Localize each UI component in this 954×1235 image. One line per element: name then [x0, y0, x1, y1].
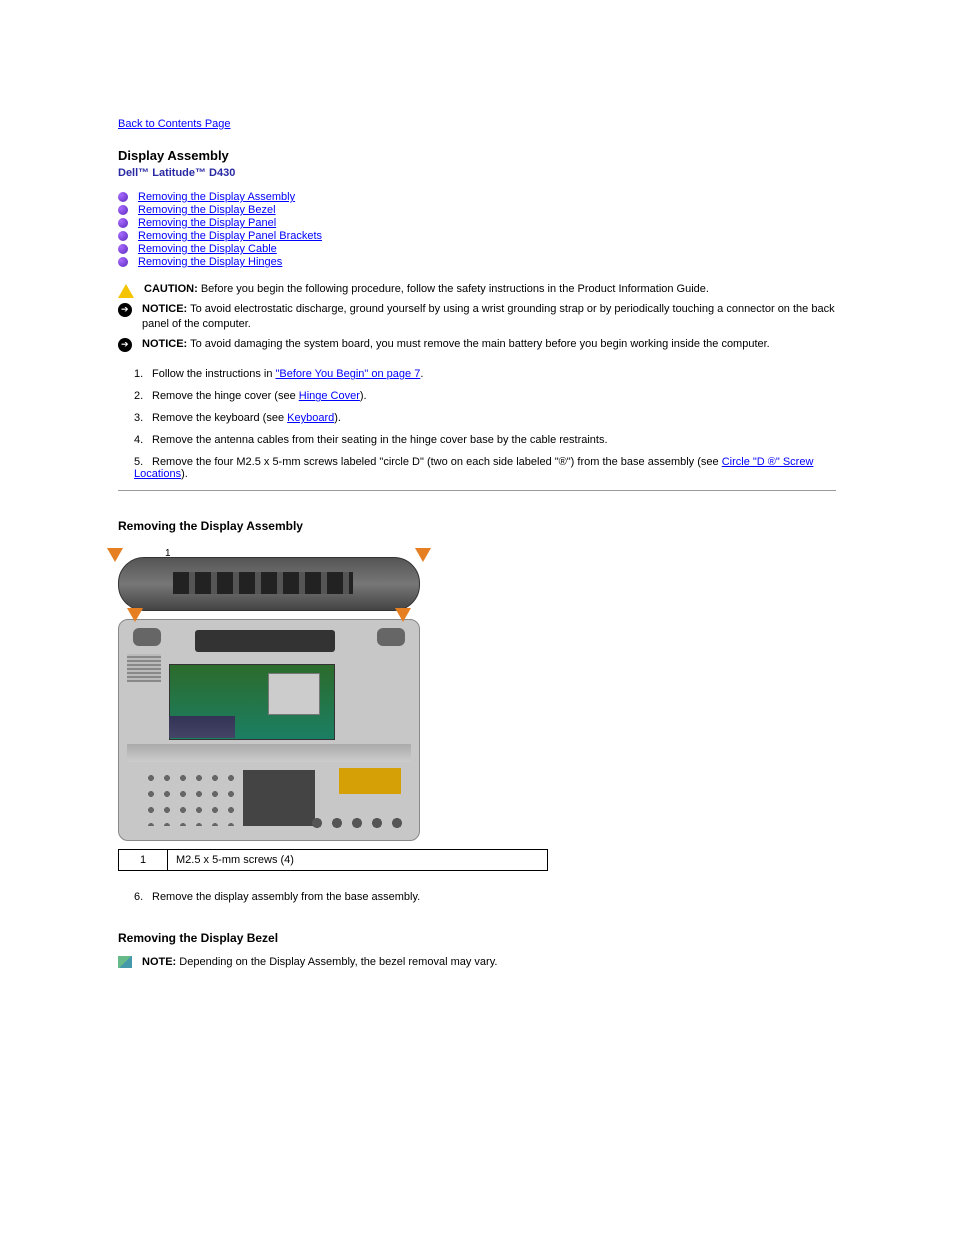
- step-number: 3.: [134, 412, 152, 424]
- procedure-step: 2.Remove the hinge cover (see Hinge Cove…: [134, 390, 836, 402]
- step-text: Follow the instructions in: [152, 368, 276, 380]
- notice-alert: NOTICE: To avoid damaging the system boa…: [118, 337, 836, 352]
- diagram-laptop-back: 1: [118, 557, 420, 611]
- notice-text: To avoid electrostatic discharge, ground…: [142, 303, 835, 330]
- table-of-contents: Removing the Display Assembly Removing t…: [118, 191, 836, 268]
- product-name: Dell™ Latitude™ D430: [118, 167, 836, 179]
- toc-link[interactable]: Removing the Display Panel: [138, 217, 276, 229]
- step-text: ).: [334, 412, 341, 424]
- notice-label: NOTICE:: [142, 303, 187, 315]
- step-number: 6.: [134, 891, 152, 903]
- note-text: Depending on the Display Assembly, the b…: [179, 956, 497, 968]
- diagram-wlan-chip: [268, 673, 320, 715]
- step-number: 5.: [134, 456, 152, 468]
- step-text: Remove the hinge cover (see: [152, 390, 299, 402]
- callout-cell-text: M2.5 x 5-mm screws (4): [168, 850, 548, 871]
- step-text: ).: [181, 468, 188, 480]
- step-text: Remove the display assembly from the bas…: [152, 891, 420, 903]
- callout-number: 1: [165, 548, 171, 559]
- step-number: 4.: [134, 434, 152, 446]
- note-alert: NOTE: Depending on the Display Assembly,…: [118, 955, 836, 970]
- step-text: Remove the keyboard (see: [152, 412, 287, 424]
- note-icon: [118, 956, 132, 968]
- procedure-step: 5.Remove the four M2.5 x 5-mm screws lab…: [134, 456, 836, 480]
- circle-d-symbol: ®: [559, 456, 567, 468]
- step-number: 1.: [134, 368, 152, 380]
- step-link[interactable]: "Before You Begin" on page 7: [276, 368, 421, 380]
- toc-link[interactable]: Removing the Display Assembly: [138, 191, 295, 203]
- diagram-foot: [133, 628, 161, 646]
- diagram-ports: [173, 572, 353, 594]
- subsection-heading: Removing the Display Assembly: [118, 519, 836, 533]
- toc-link[interactable]: Removing the Display Bezel: [138, 204, 276, 216]
- step-link[interactable]: Hinge Cover: [299, 390, 360, 402]
- toc-link[interactable]: Removing the Display Panel Brackets: [138, 230, 322, 242]
- notice-label: NOTICE:: [142, 338, 187, 350]
- back-to-contents-link[interactable]: Back to Contents Page: [118, 118, 231, 130]
- diagram-pcb: [339, 768, 401, 794]
- diagram-ram-slot: [169, 716, 235, 738]
- warning-triangle-icon: [118, 284, 134, 298]
- notice-arrow-icon: [118, 303, 132, 317]
- notice-alert: NOTICE: To avoid electrostatic discharge…: [118, 302, 836, 333]
- toc-link[interactable]: Removing the Display Hinges: [138, 256, 282, 268]
- caution-alert: CAUTION: Before you begin the following …: [118, 282, 836, 298]
- step-text: ).: [360, 390, 367, 402]
- procedure-step: 4.Remove the antenna cables from their s…: [134, 434, 836, 446]
- diagram-hdd-bay: [243, 770, 315, 826]
- step-text: Remove the antenna cables from their sea…: [152, 434, 608, 446]
- note-label: NOTE:: [142, 956, 176, 968]
- procedure-step: 1.Follow the instructions in "Before You…: [134, 368, 836, 380]
- procedure-step: 3.Remove the keyboard (see Keyboard).: [134, 412, 836, 424]
- diagram-foot: [377, 628, 405, 646]
- diagram-vent: [127, 654, 161, 682]
- diagram-laptop-bottom: [118, 619, 420, 841]
- notice-arrow-icon: [118, 338, 132, 352]
- procedure-step: 6.Remove the display assembly from the b…: [134, 891, 836, 903]
- caution-label: CAUTION:: [144, 283, 198, 295]
- diagram-speaker-holes: [143, 770, 243, 826]
- step-number: 2.: [134, 390, 152, 402]
- section-title: Display Assembly: [118, 148, 836, 163]
- diagram-dock-connector: [195, 630, 335, 652]
- toc-link[interactable]: Removing the Display Cable: [138, 243, 277, 255]
- callout-cell-number: 1: [119, 850, 168, 871]
- step-text: .: [420, 368, 423, 380]
- step-text: ") from the base assembly (see: [567, 456, 722, 468]
- notice-text: To avoid damaging the system board, you …: [190, 338, 770, 350]
- callout-table: 1 M2.5 x 5-mm screws (4): [118, 849, 548, 871]
- step-link[interactable]: Keyboard: [287, 412, 334, 424]
- divider: [118, 490, 836, 491]
- caution-text: Before you begin the following procedure…: [201, 283, 709, 295]
- subsection-heading: Removing the Display Bezel: [118, 931, 836, 945]
- diagram-feet: [307, 816, 407, 830]
- diagram-strip: [127, 744, 411, 762]
- step-text: Remove the four M2.5 x 5-mm screws label…: [152, 456, 559, 468]
